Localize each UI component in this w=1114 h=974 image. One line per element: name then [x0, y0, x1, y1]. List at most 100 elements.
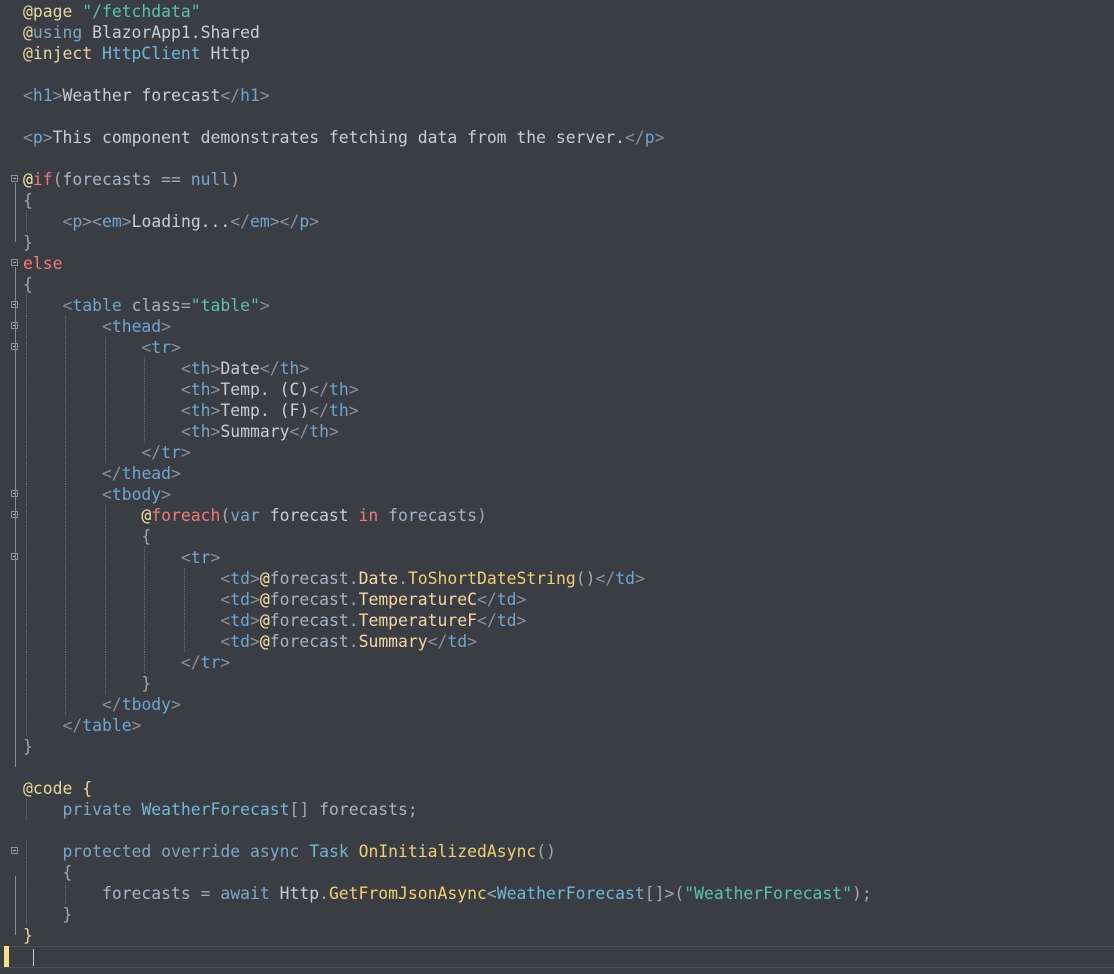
fold-toggle-icon[interactable]: [11, 259, 18, 266]
code-token: th: [279, 359, 300, 378]
code-token: tbody: [121, 695, 172, 714]
code-line[interactable]: @code {: [0, 778, 1114, 799]
code-token: >: [161, 317, 172, 336]
code-line[interactable]: {: [0, 862, 1114, 883]
code-token: </: [289, 422, 310, 441]
code-token: }: [23, 233, 33, 252]
code-token: @page: [23, 2, 83, 21]
code-line[interactable]: protected override async Task OnInitiali…: [0, 841, 1114, 862]
fold-toggle-icon[interactable]: [11, 175, 18, 182]
code-line[interactable]: }: [0, 925, 1114, 946]
code-line[interactable]: </tr>: [0, 442, 1114, 463]
code-token: .: [398, 569, 408, 588]
code-token: class: [121, 296, 181, 315]
code-token: Date: [358, 569, 399, 588]
code-line[interactable]: [0, 757, 1114, 778]
code-line[interactable]: }: [0, 904, 1114, 925]
code-line[interactable]: <th>Temp. (F)</th>: [0, 400, 1114, 421]
code-line[interactable]: </thead>: [0, 463, 1114, 484]
code-line[interactable]: </tbody>: [0, 694, 1114, 715]
code-token: td: [230, 590, 250, 609]
code-line[interactable]: forecasts = await Http.GetFromJsonAsync<…: [0, 883, 1114, 904]
code-line[interactable]: }: [0, 673, 1114, 694]
code-line[interactable]: @using BlazorApp1.Shared: [0, 22, 1114, 43]
code-editor[interactable]: @page "/fetchdata" @using BlazorApp1.Shar…: [0, 0, 1114, 974]
code-line[interactable]: [0, 820, 1114, 841]
code-token: <: [220, 569, 231, 588]
code-line[interactable]: }: [0, 736, 1114, 757]
code-token: @: [259, 569, 270, 588]
code-line-text: </tr>: [23, 652, 230, 673]
code-line-text: <td>@forecast.Date.ToShortDateString()</…: [23, 568, 644, 589]
code-line[interactable]: <td>@forecast.Summary</td>: [0, 631, 1114, 652]
code-line[interactable]: {: [0, 274, 1114, 295]
code-token: </: [230, 212, 251, 231]
code-token: tbody: [111, 485, 162, 504]
code-line[interactable]: </tr>: [0, 652, 1114, 673]
code-line-text: }: [23, 736, 33, 757]
code-line[interactable]: [0, 106, 1114, 127]
code-line[interactable]: <tr>: [0, 337, 1114, 358]
code-token: .: [348, 590, 359, 609]
code-line[interactable]: <td>@forecast.TemperatureF</td>: [0, 610, 1114, 631]
code-token: foreach: [151, 506, 221, 525]
code-token: if: [32, 170, 53, 189]
code-line[interactable]: <td>@forecast.TemperatureC</td>: [0, 589, 1114, 610]
code-token: }: [62, 905, 73, 924]
code-line[interactable]: <td>@forecast.Date.ToShortDateString()</…: [0, 568, 1114, 589]
code-token: private: [62, 800, 132, 819]
modified-line-marker: [4, 946, 9, 967]
code-line-text: }: [23, 673, 151, 694]
code-line[interactable]: <thead>: [0, 316, 1114, 337]
fold-toggle-icon[interactable]: [11, 847, 18, 854]
code-line[interactable]: <th>Temp. (C)</th>: [0, 379, 1114, 400]
code-line[interactable]: <tr>: [0, 547, 1114, 568]
code-line[interactable]: </table>: [0, 715, 1114, 736]
code-token: td: [447, 632, 468, 651]
code-line[interactable]: <p>This component demonstrates fetching …: [0, 127, 1114, 148]
code-token: {: [62, 863, 73, 882]
code-line[interactable]: <p><em>Loading...</em></p>: [0, 211, 1114, 232]
code-token: >: [654, 128, 665, 147]
code-line-text: protected override async Task OnInitiali…: [23, 841, 555, 862]
code-token: Date: [220, 359, 260, 378]
code-line[interactable]: {: [0, 526, 1114, 547]
code-line[interactable]: <th>Date</th>: [0, 358, 1114, 379]
code-line[interactable]: [0, 148, 1114, 169]
code-token: p: [299, 212, 310, 231]
code-token: forecast: [269, 611, 349, 630]
code-line[interactable]: @foreach(var forecast in forecasts): [0, 505, 1114, 526]
code-token: <: [180, 401, 191, 420]
code-line[interactable]: @page "/fetchdata": [0, 1, 1114, 22]
code-line[interactable]: <tbody>: [0, 484, 1114, 505]
code-line[interactable]: [0, 64, 1114, 85]
code-token: </: [427, 632, 448, 651]
code-line-text: <th>Temp. (F)</th>: [23, 400, 359, 421]
code-line[interactable]: {: [0, 190, 1114, 211]
code-token: </: [309, 401, 329, 420]
code-token: (: [52, 170, 63, 189]
code-token: GetFromJsonAsync: [328, 884, 487, 903]
code-line[interactable]: <h1>Weather forecast</h1>: [0, 85, 1114, 106]
code-line[interactable]: @if(forecasts == null): [0, 169, 1114, 190]
code-token: th: [328, 401, 349, 420]
code-line[interactable]: <th>Summary</th>: [0, 421, 1114, 442]
code-token: <: [180, 548, 191, 567]
code-line[interactable]: else: [0, 253, 1114, 274]
code-line[interactable]: @inject HttpClient Http: [0, 43, 1114, 64]
code-line-text: </thead>: [23, 463, 181, 484]
code-token: <: [220, 632, 231, 651]
code-token: .: [348, 611, 359, 630]
code-line[interactable]: }: [0, 232, 1114, 253]
code-line[interactable]: <table class="table">: [0, 295, 1114, 316]
code-line[interactable]: private WeatherForecast[] forecasts;: [0, 799, 1114, 820]
